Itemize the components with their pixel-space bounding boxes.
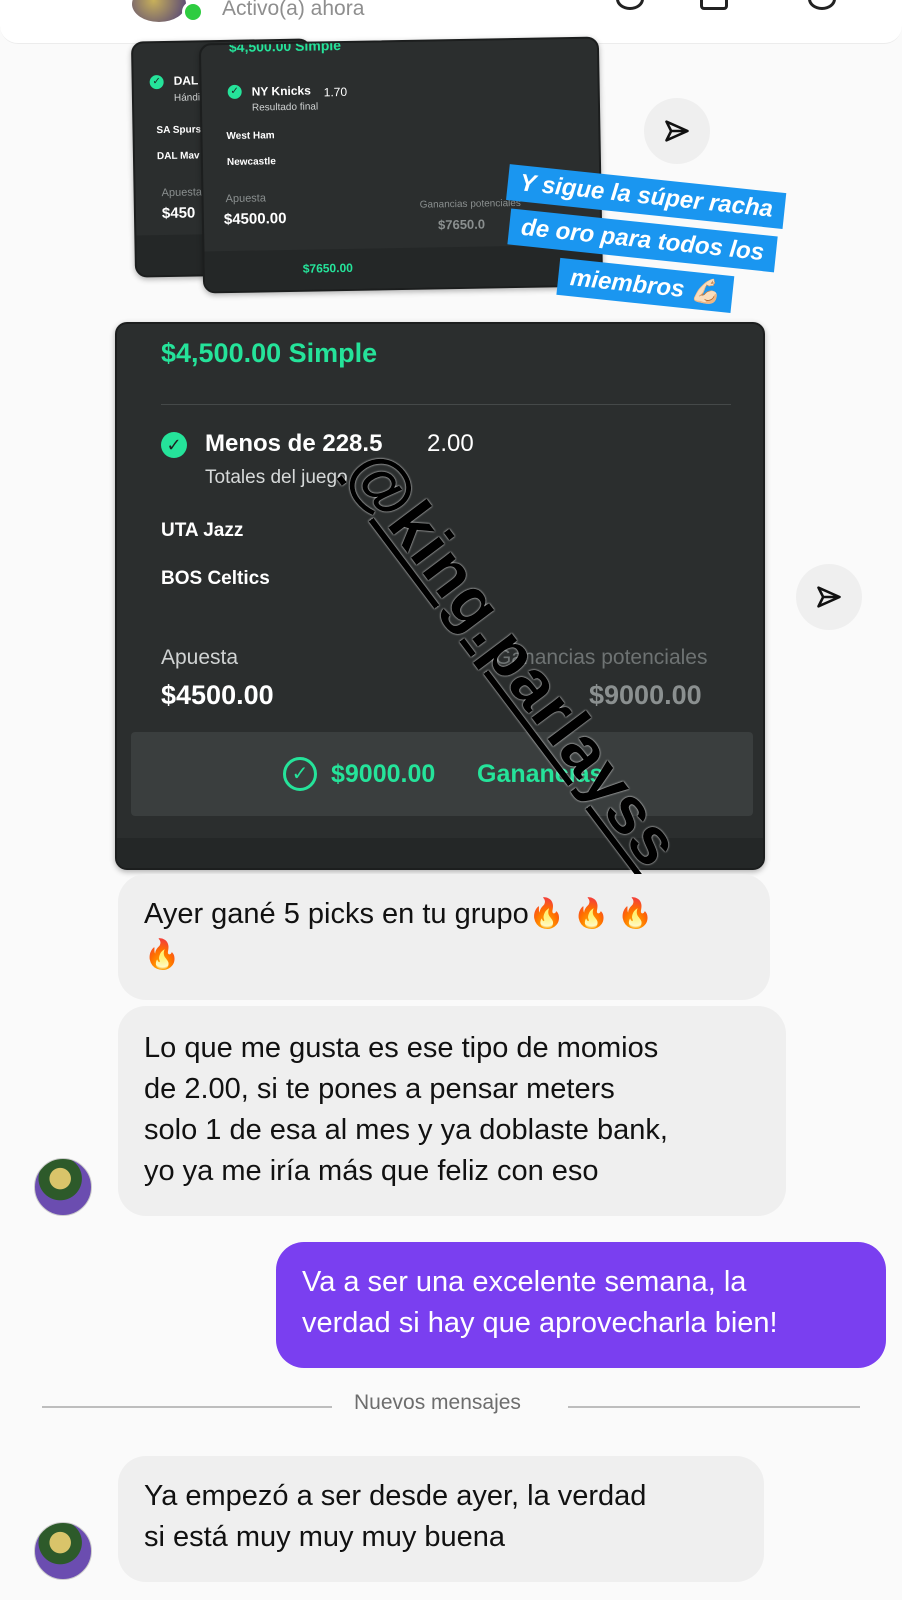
message-text-line: verdad si hay que aprovecharla bien! (302, 1307, 778, 1339)
team-2: Newcastle (226, 156, 276, 169)
paper-plane-icon (665, 120, 689, 142)
potential-value: $9000.00 (589, 680, 702, 710)
message-text-line: solo 1 de esa al mes y ya doblaste bank, (144, 1114, 668, 1146)
message-text-line: Ayer gané 5 picks en tu grupo🔥 🔥 🔥 (144, 898, 654, 930)
stake-label: Apuesta (161, 646, 239, 669)
shared-story-post[interactable]: ✓ DAL I Hándic SA Spurs DAL Mav Apuesta … (115, 36, 865, 880)
share-button-2[interactable] (796, 564, 862, 630)
divider (161, 404, 731, 405)
divider-line-left (42, 1406, 332, 1408)
contact-avatar[interactable] (132, 0, 186, 22)
call-icon[interactable] (616, 0, 644, 10)
message-text-line: Lo que me gusta es ese tipo de momios (144, 1032, 659, 1064)
stake-value: $4500.00 (161, 680, 274, 710)
message-bubble-incoming[interactable]: Lo que me gusta es ese tipo de momios de… (118, 1006, 786, 1216)
message-bubble-incoming[interactable]: Ya empezó a ser desde ayer, la verdad si… (118, 1456, 764, 1582)
pick-label: NY Knicks (251, 83, 311, 99)
message-text-line: si está muy muy muy buena (144, 1521, 506, 1553)
chat-screen: Activo(a) ahora ✓ DAL I Hándic SA Spurs … (0, 0, 902, 1600)
check-circle-icon: ✓ (149, 75, 164, 90)
market-label: Totales del juego (205, 467, 348, 488)
caption-line-3: miembros 💪🏻 (556, 257, 735, 314)
share-button-1[interactable] (644, 98, 710, 164)
check-circle-icon: ✓ (283, 757, 317, 791)
activity-status: Activo(a) ahora (222, 0, 365, 20)
pick-label: Menos de 228.5 (205, 430, 383, 457)
odds-value: 1.70 (323, 84, 348, 100)
market-label: Resultado final (251, 101, 319, 114)
stake-value: $4500.00 (223, 210, 287, 229)
stake-label: Apuesta (225, 192, 267, 206)
win-amount: $9000.00 (331, 760, 436, 788)
paper-plane-icon (817, 586, 841, 608)
message-text-line: Va a ser una excelente semana, la (302, 1266, 747, 1298)
win-amount: $7650.00 (302, 260, 353, 276)
message-text-line: yo ya me iría más que feliz con eso (144, 1155, 599, 1187)
sender-avatar[interactable] (34, 1522, 92, 1580)
stake-label: Apuesta (161, 186, 203, 200)
team-1: SA Spurs (156, 124, 202, 137)
message-bubble-incoming[interactable]: Ayer gané 5 picks en tu grupo🔥 🔥 🔥 🔥 (118, 874, 770, 1000)
info-icon[interactable] (808, 0, 836, 10)
online-status-dot (182, 1, 204, 23)
video-call-icon[interactable] (700, 0, 728, 10)
message-text-line: de 2.00, si te pones a pensar meters (144, 1073, 615, 1105)
check-circle-icon: ✓ (227, 84, 242, 100)
odds-value: 2.00 (427, 430, 474, 457)
message-text-line: Ya empezó a ser desde ayer, la verdad (144, 1480, 647, 1512)
team-2: BOS Celtics (161, 568, 270, 589)
message-bubble-outgoing[interactable]: Va a ser una excelente semana, la verdad… (276, 1242, 886, 1368)
new-messages-divider: Nuevos mensajes (354, 1391, 521, 1414)
chat-header: Activo(a) ahora (0, 0, 902, 44)
sender-avatar[interactable] (34, 1158, 92, 1216)
divider-line-right (568, 1406, 860, 1408)
potential-value: $7650.0 (437, 216, 486, 233)
slip-title: $4,500.00 Simple (161, 338, 378, 368)
stake-value: $450 (161, 204, 196, 223)
team-1: West Ham (226, 130, 275, 143)
check-circle-icon: ✓ (161, 432, 187, 458)
message-text-line: 🔥 (144, 939, 181, 971)
team-2: DAL Mav (156, 150, 200, 163)
team-1: UTA Jazz (161, 520, 244, 541)
